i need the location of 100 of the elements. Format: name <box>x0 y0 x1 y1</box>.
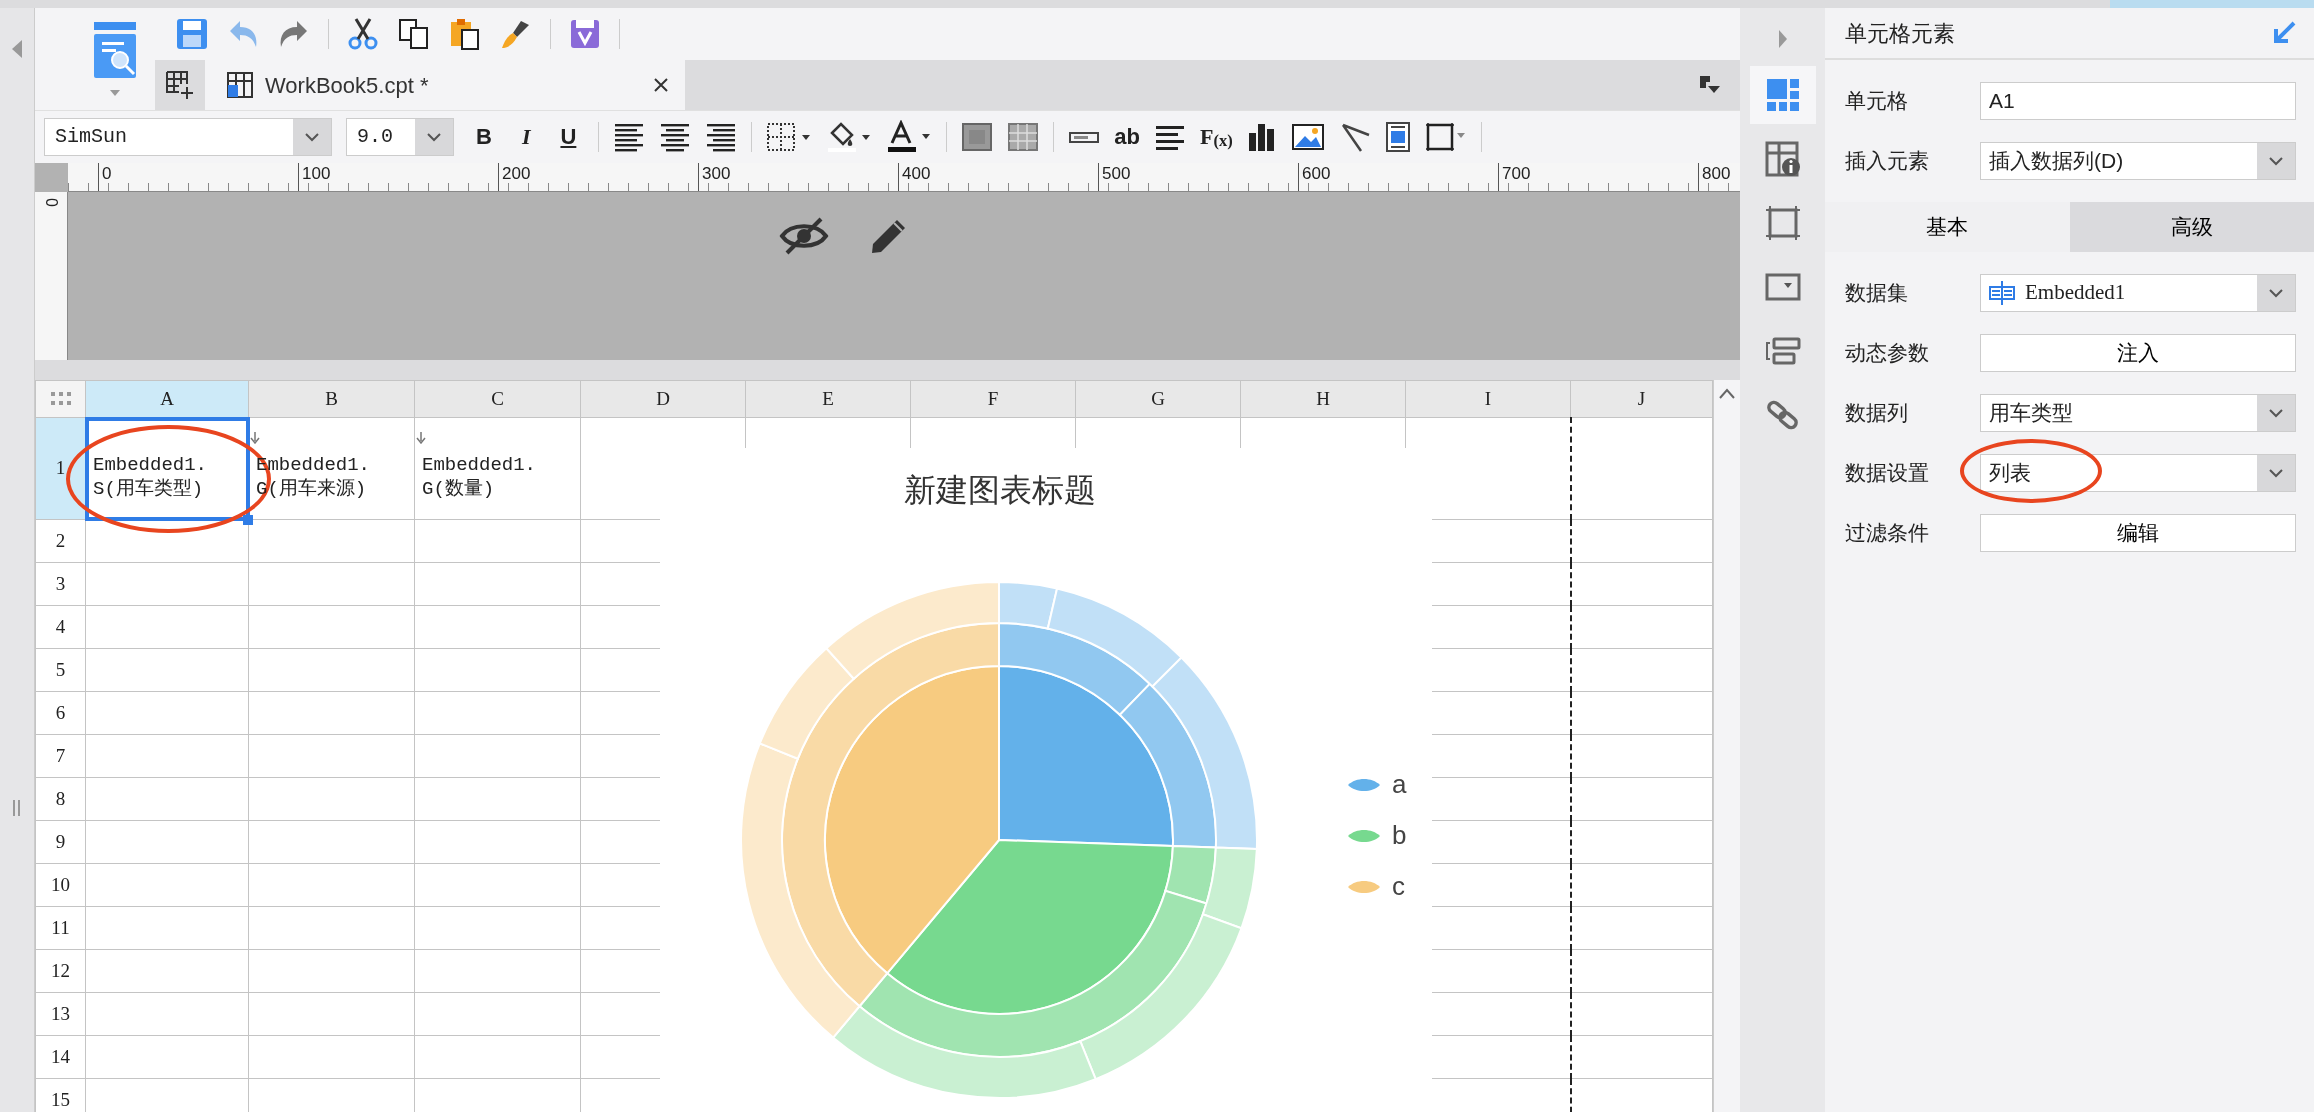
save-icon[interactable] <box>175 17 209 51</box>
cell-attributes-icon <box>1764 141 1801 177</box>
document-tab[interactable]: WorkBook5.cpt * <box>205 60 685 110</box>
row-header[interactable]: 3 <box>35 562 86 606</box>
row-header[interactable]: 7 <box>35 734 86 778</box>
legend-label: c <box>1392 870 1405 903</box>
image-icon[interactable] <box>1290 122 1325 152</box>
select-field[interactable]: 列表 <box>1980 454 2296 492</box>
panel-tab[interactable]: 高级 <box>2069 202 2314 252</box>
grip-icon[interactable] <box>13 800 21 816</box>
legend-label: a <box>1392 768 1407 801</box>
cell-formula-text: Embedded1. G(数量) <box>422 452 538 502</box>
scroll-up-icon[interactable] <box>1718 388 1736 400</box>
legend-label: b <box>1392 819 1407 852</box>
italic-button[interactable]: I <box>521 126 531 148</box>
dock-arrow-icon[interactable] <box>2272 21 2296 45</box>
frame-icon <box>1764 205 1801 241</box>
row-header[interactable]: 15 <box>35 1078 86 1112</box>
chart-title: 新建图表标题 <box>903 471 1097 510</box>
row-header[interactable]: 6 <box>35 691 86 735</box>
cut-icon[interactable] <box>346 17 380 51</box>
table-cell[interactable]: Embedded1. S(用车类型) <box>85 417 249 520</box>
new-sheet-icon[interactable] <box>165 70 195 100</box>
font-size-select[interactable]: 9.0 <box>346 118 454 156</box>
column-header[interactable]: J <box>1570 380 1713 418</box>
row-header[interactable]: 9 <box>35 820 86 864</box>
ruler-label: 0 <box>98 163 298 191</box>
dataset-icon <box>1989 280 2015 306</box>
row-header[interactable]: 14 <box>35 1035 86 1079</box>
chevron-down-icon <box>304 132 320 142</box>
ruler-label: 0 <box>43 198 59 209</box>
close-icon[interactable] <box>653 77 669 93</box>
formula-button[interactable]: F$_{(x)}$ <box>1200 126 1233 148</box>
select-field[interactable]: 插入数据列(D) <box>1980 142 2296 180</box>
align-right-icon[interactable] <box>705 121 738 153</box>
chevron-down-icon <box>426 132 442 142</box>
select-field[interactable]: Embedded1 <box>1980 274 2296 312</box>
row-header[interactable]: 8 <box>35 777 86 821</box>
chevron-down-icon <box>2268 156 2284 166</box>
panel-title: 单元格元素 <box>1845 19 1955 48</box>
hidden-eye-icon[interactable] <box>779 215 829 257</box>
select-field[interactable]: 用车类型 <box>1980 394 2296 432</box>
cell-formula-text: Embedded1. S(用车类型) <box>93 452 209 502</box>
ruler-label: 700 <box>1498 163 1698 191</box>
border-dropdown-icon[interactable] <box>766 121 813 153</box>
action-button[interactable]: 编辑 <box>1980 514 2296 552</box>
row-header[interactable]: 13 <box>35 992 86 1036</box>
field-label: 过滤条件 <box>1845 520 1930 547</box>
row-header[interactable]: 2 <box>35 519 86 563</box>
ruler-label: 400 <box>898 163 1098 191</box>
column-header[interactable]: H <box>1240 380 1406 418</box>
workbook-icon <box>227 72 253 98</box>
ruler-label: 500 <box>1098 163 1298 191</box>
field-label: 数据列 <box>1845 400 1909 427</box>
column-header[interactable]: D <box>580 380 746 418</box>
column-header[interactable]: C <box>414 380 581 418</box>
row-header[interactable]: 11 <box>35 906 86 950</box>
column-header[interactable]: G <box>1075 380 1241 418</box>
table-grid-icon[interactable] <box>1007 121 1040 153</box>
column-header[interactable]: I <box>1405 380 1571 418</box>
row-header[interactable]: 10 <box>35 863 86 907</box>
field-label: 单元格 <box>1845 88 1909 115</box>
fill-color-icon[interactable] <box>826 121 873 153</box>
font-color-icon[interactable] <box>886 120 933 154</box>
ruler-label: 100 <box>298 163 498 191</box>
ruler-label: 300 <box>698 163 898 191</box>
row-header[interactable]: 12 <box>35 949 86 993</box>
align-left-icon[interactable] <box>613 121 646 153</box>
text-tool-button[interactable]: ab <box>1114 126 1141 148</box>
bold-button[interactable]: B <box>476 126 492 148</box>
paste-icon[interactable] <box>448 17 482 51</box>
column-header[interactable]: B <box>248 380 415 418</box>
row-header[interactable]: 5 <box>35 648 86 692</box>
input-field[interactable]: A1 <box>1980 82 2296 120</box>
column-header[interactable]: E <box>745 380 911 418</box>
sub-report-icon[interactable] <box>1384 121 1411 153</box>
chevron-down-icon <box>2268 288 2284 298</box>
align-center-icon[interactable] <box>659 121 692 153</box>
chevron-down-icon <box>2268 408 2284 418</box>
frame-dropdown-icon[interactable] <box>1424 121 1467 153</box>
field-label: 插入元素 <box>1845 148 1930 175</box>
bar-chart-icon[interactable] <box>1246 121 1277 153</box>
field-label: 动态参数 <box>1845 340 1930 367</box>
font-family-select[interactable]: SimSun <box>44 118 332 156</box>
ruler-label: 600 <box>1298 163 1498 191</box>
chevron-down-icon <box>2268 468 2284 478</box>
underline-button[interactable]: U <box>560 126 577 148</box>
merge-cells-icon[interactable] <box>961 121 994 153</box>
fill-handle[interactable] <box>243 515 253 525</box>
column-header[interactable]: F <box>910 380 1076 418</box>
column-header[interactable]: A <box>85 380 249 418</box>
field-label: 数据设置 <box>1845 460 1930 487</box>
row-header[interactable]: 1 <box>35 417 86 520</box>
row-header[interactable]: 4 <box>35 605 86 649</box>
form-icon[interactable] <box>568 17 602 51</box>
action-button[interactable]: 注入 <box>1980 334 2296 372</box>
copy-icon[interactable] <box>397 17 431 51</box>
side-tab[interactable] <box>1749 66 1816 124</box>
table-cell[interactable]: Embedded1. G(数量) <box>414 417 581 520</box>
select-all-icon[interactable] <box>50 392 71 406</box>
